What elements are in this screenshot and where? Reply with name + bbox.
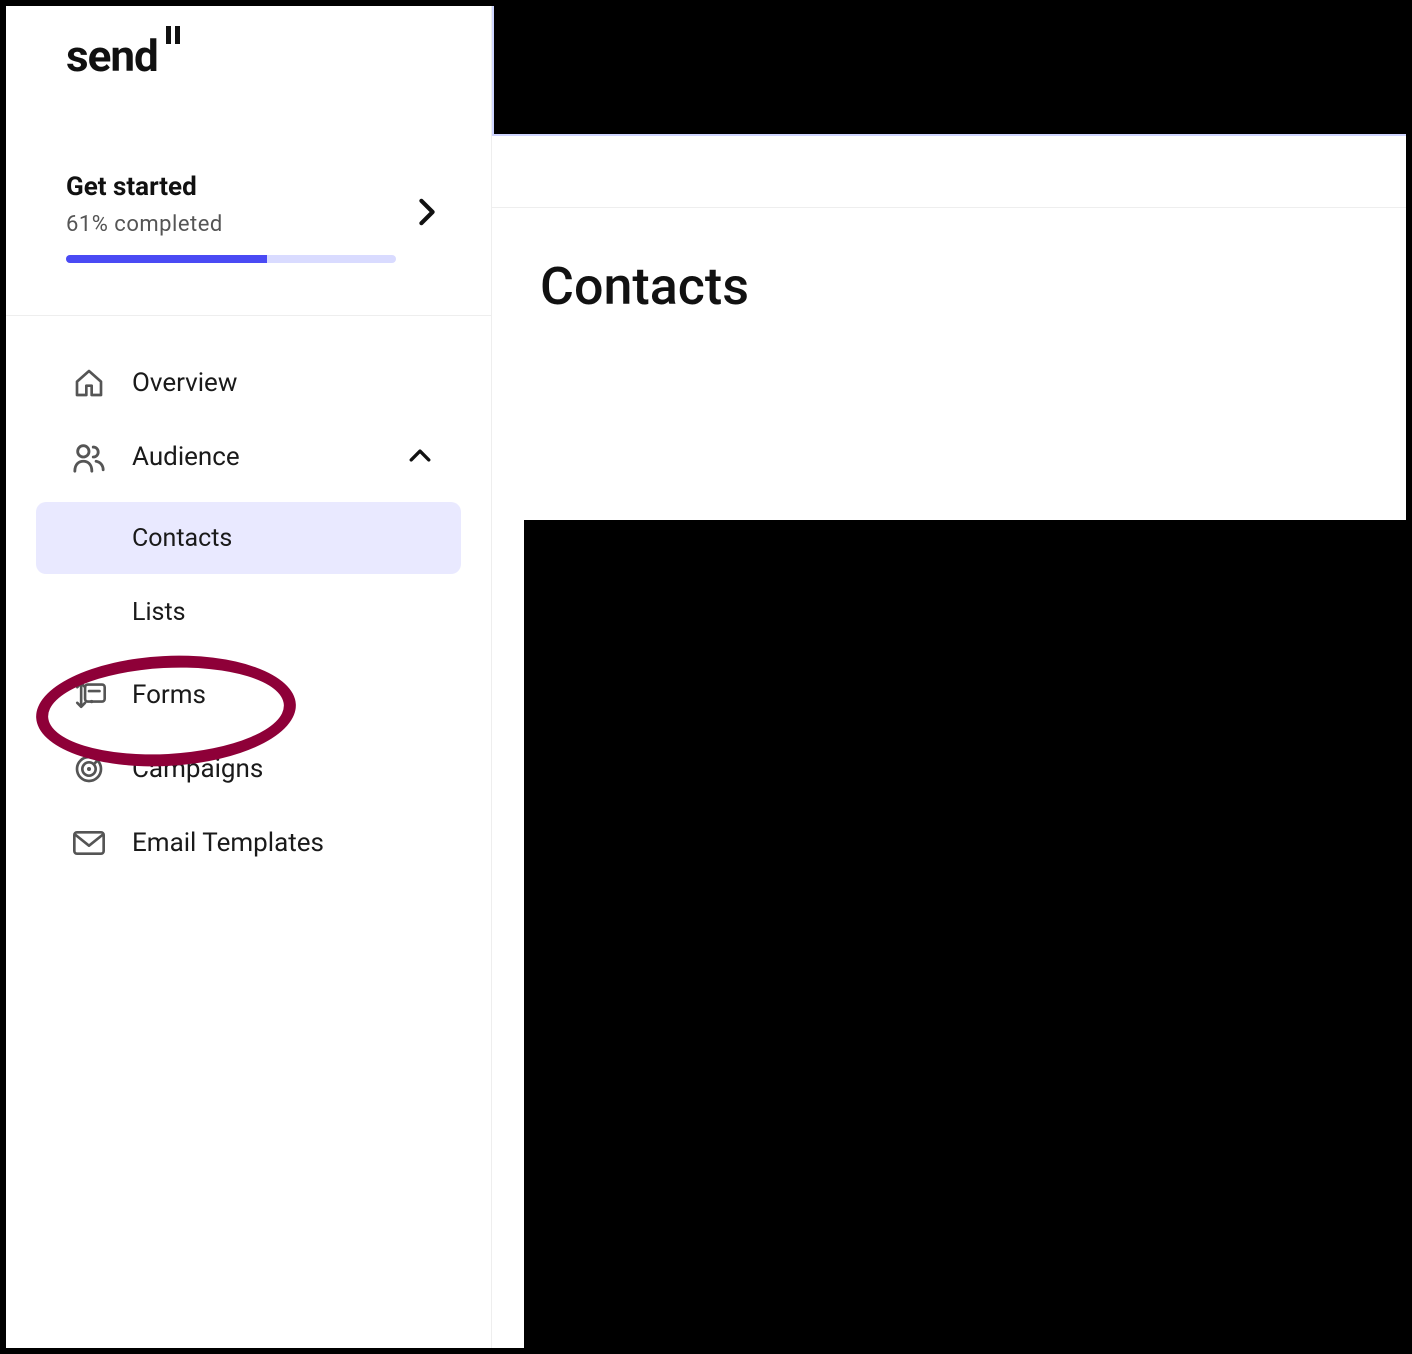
sidebar-divider — [6, 315, 491, 316]
sidebar-item-label: Overview — [132, 368, 237, 398]
forms-icon — [72, 678, 106, 712]
progress-bar — [66, 255, 396, 263]
mail-icon — [72, 826, 106, 860]
sidebar-item-label: Audience — [132, 442, 240, 472]
sub-header-bar — [492, 140, 1406, 208]
get-started-title: Get started — [66, 172, 451, 202]
sidebar-subitem-label: Contacts — [132, 524, 232, 553]
sidebar: send Get started 61% completed Ov — [6, 6, 492, 1348]
sidebar-item-overview[interactable]: Overview — [36, 346, 461, 420]
sidebar-subitem-lists[interactable]: Lists — [36, 576, 461, 648]
brand-logo-text: send — [66, 30, 158, 82]
sidebar-item-label: Campaigns — [132, 754, 263, 784]
brand-logo-word: send — [66, 30, 158, 82]
sidebar-item-email-templates[interactable]: Email Templates — [36, 806, 461, 880]
app-shell: send Get started 61% completed Ov — [6, 6, 1406, 1348]
sidebar-item-audience[interactable]: Audience — [36, 420, 461, 494]
sidebar-item-label: Email Templates — [132, 828, 324, 858]
sidebar-nav: Overview Audience Cont — [6, 346, 491, 880]
home-icon — [72, 366, 106, 400]
main-content: Contacts — [492, 6, 1406, 1348]
sidebar-subitem-contacts[interactable]: Contacts — [36, 502, 461, 574]
target-icon — [72, 752, 106, 786]
get-started-card[interactable]: Get started 61% completed — [6, 172, 491, 263]
people-icon — [72, 440, 106, 474]
brand-logo-bars-icon — [166, 26, 180, 44]
page-title: Contacts — [492, 208, 1406, 317]
content-redacted — [524, 520, 1406, 1348]
top-header-redacted — [492, 6, 1406, 136]
audience-submenu: Contacts Lists — [36, 502, 461, 650]
sidebar-item-forms[interactable]: Forms — [36, 658, 461, 732]
sidebar-item-campaigns[interactable]: Campaigns — [36, 732, 461, 806]
get-started-subtitle: 61% completed — [66, 212, 451, 237]
brand-logo[interactable]: send — [6, 30, 491, 82]
sidebar-item-label: Forms — [132, 680, 206, 710]
progress-bar-fill — [66, 255, 267, 263]
sidebar-subitem-label: Lists — [132, 598, 186, 627]
chevron-up-icon — [409, 448, 431, 467]
chevron-right-icon — [418, 198, 436, 230]
